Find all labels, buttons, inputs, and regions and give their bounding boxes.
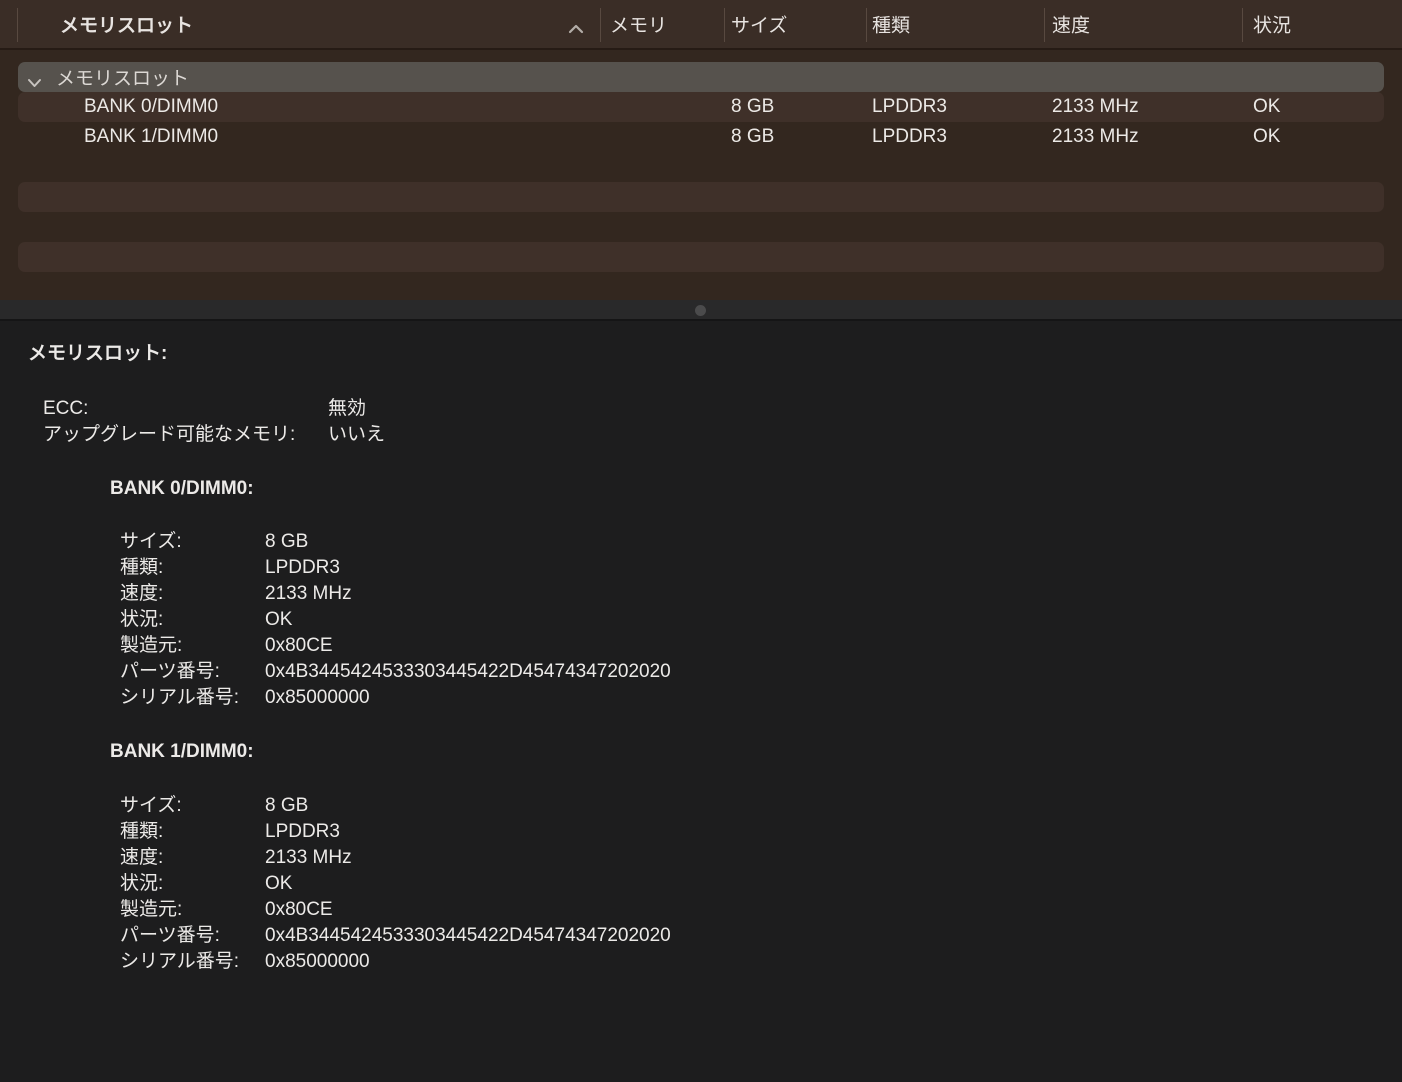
column-divider <box>724 8 725 42</box>
cell-status: OK <box>1253 126 1281 147</box>
detail-value: 0x80CE <box>265 899 333 920</box>
cell-type: LPDDR3 <box>872 96 947 117</box>
table-row[interactable]: BANK 0/DIMM0 8 GB LPDDR3 2133 MHz OK <box>18 92 1384 122</box>
bank1-fields: サイズ: 8 GB 種類: LPDDR3 速度: 2133 MHz 状況: OK <box>0 793 1402 975</box>
column-header-memory[interactable]: メモリ <box>610 11 667 38</box>
group-row-memory-slots[interactable]: メモリスロット <box>18 62 1384 92</box>
detail-field-row: 種類: LPDDR3 <box>0 819 1402 845</box>
detail-label: ECC: <box>43 398 89 419</box>
detail-value: 0x85000000 <box>265 951 370 972</box>
detail-field-row: 速度: 2133 MHz <box>0 845 1402 871</box>
detail-label: 種類: <box>120 821 164 842</box>
detail-value: 0x4B3445424533303445422D45474347202020 <box>265 661 671 682</box>
detail-field-row: パーツ番号: 0x4B3445424533303445422D454743472… <box>0 923 1402 949</box>
detail-label: 速度: <box>120 583 164 604</box>
cell-slot-name: BANK 0/DIMM0 <box>84 96 219 117</box>
detail-value: 0x85000000 <box>265 687 370 708</box>
detail-field-row: シリアル番号: 0x85000000 <box>0 949 1402 975</box>
pane-splitter[interactable] <box>0 300 1402 321</box>
column-divider <box>17 8 18 42</box>
detail-summary-row: アップグレード可能なメモリ: いいえ <box>0 422 1402 448</box>
cell-speed: 2133 MHz <box>1052 126 1139 147</box>
detail-label: シリアル番号: <box>120 951 240 972</box>
column-header-size[interactable]: サイズ <box>731 11 787 38</box>
cell-size: 8 GB <box>731 126 775 147</box>
detail-field-row: 製造元: 0x80CE <box>0 897 1402 923</box>
chevron-down-icon[interactable] <box>27 72 42 94</box>
empty-row[interactable] <box>18 272 1384 300</box>
detail-value: 0x80CE <box>265 635 333 656</box>
detail-field-row: パーツ番号: 0x4B3445424533303445422D454743472… <box>0 659 1402 685</box>
detail-label: アップグレード可能なメモリ: <box>43 424 296 445</box>
detail-field-row: 状況: OK <box>0 871 1402 897</box>
cell-speed: 2133 MHz <box>1052 96 1139 117</box>
detail-value: LPDDR3 <box>265 821 340 842</box>
detail-label: 状況: <box>120 873 164 894</box>
chevron-up-icon[interactable] <box>568 19 584 41</box>
column-divider <box>600 8 601 42</box>
detail-field-row: 製造元: 0x80CE <box>0 633 1402 659</box>
cell-slot-name: BANK 1/DIMM0 <box>84 126 219 147</box>
column-header-memory-slot[interactable]: メモリスロット <box>60 11 193 38</box>
detail-field-row: サイズ: 8 GB <box>0 529 1402 555</box>
drag-handle-dot[interactable] <box>695 305 706 316</box>
detail-value: いいえ <box>328 424 386 445</box>
empty-row[interactable] <box>18 182 1384 212</box>
detail-title: メモリスロット: <box>28 343 168 364</box>
detail-value: 8 GB <box>265 531 309 552</box>
detail-summary: ECC: 無効 アップグレード可能なメモリ: いいえ <box>0 396 1402 448</box>
system-information-window: メモリスロット メモリ サイズ 種類 速度 状況 メモリスロット BANK 0/… <box>0 0 1402 1082</box>
detail-pane: メモリスロット: ECC: 無効 アップグレード可能なメモリ: いいえ BANK… <box>0 323 1402 1082</box>
column-header-speed[interactable]: 速度 <box>1052 11 1090 38</box>
column-divider <box>1044 8 1045 42</box>
empty-row[interactable] <box>18 152 1384 182</box>
bank1-heading: BANK 1/DIMM0: <box>110 741 254 762</box>
detail-label: 状況: <box>120 609 164 630</box>
detail-value: 0x4B3445424533303445422D45474347202020 <box>265 925 671 946</box>
detail-label: シリアル番号: <box>120 687 240 708</box>
detail-label: 製造元: <box>120 635 183 656</box>
table-rows: メモリスロット BANK 0/DIMM0 8 GB LPDDR3 2133 MH… <box>0 62 1402 300</box>
detail-field-row: シリアル番号: 0x85000000 <box>0 685 1402 711</box>
detail-label: パーツ番号: <box>120 661 220 682</box>
column-divider <box>1242 8 1243 42</box>
cell-size: 8 GB <box>731 96 775 117</box>
detail-value: OK <box>265 873 293 894</box>
cell-status: OK <box>1253 96 1281 117</box>
table-header-row: メモリスロット メモリ サイズ 種類 速度 状況 <box>0 0 1402 50</box>
detail-label: パーツ番号: <box>120 925 220 946</box>
detail-label: 種類: <box>120 557 164 578</box>
detail-label: 速度: <box>120 847 164 868</box>
bank0-fields: サイズ: 8 GB 種類: LPDDR3 速度: 2133 MHz 状況: OK <box>0 529 1402 711</box>
memory-slots-table: メモリスロット メモリ サイズ 種類 速度 状況 メモリスロット BANK 0/… <box>0 0 1402 300</box>
empty-row[interactable] <box>18 242 1384 272</box>
bank0-heading: BANK 0/DIMM0: <box>110 478 254 499</box>
detail-label: サイズ: <box>120 531 182 552</box>
cell-type: LPDDR3 <box>872 126 947 147</box>
column-divider <box>866 8 867 42</box>
detail-label: サイズ: <box>120 795 182 816</box>
detail-value: 2133 MHz <box>265 847 352 868</box>
detail-field-row: 速度: 2133 MHz <box>0 581 1402 607</box>
detail-summary-row: ECC: 無効 <box>0 396 1402 422</box>
detail-field-row: 種類: LPDDR3 <box>0 555 1402 581</box>
table-row[interactable]: BANK 1/DIMM0 8 GB LPDDR3 2133 MHz OK <box>18 122 1384 152</box>
detail-value: LPDDR3 <box>265 557 340 578</box>
empty-row[interactable] <box>18 212 1384 242</box>
detail-field-row: 状況: OK <box>0 607 1402 633</box>
detail-value: 無効 <box>328 398 367 419</box>
detail-field-row: サイズ: 8 GB <box>0 793 1402 819</box>
column-header-status[interactable]: 状況 <box>1253 11 1291 38</box>
detail-label: 製造元: <box>120 899 183 920</box>
column-header-type[interactable]: 種類 <box>872 11 910 38</box>
detail-value: 2133 MHz <box>265 583 352 604</box>
detail-value: OK <box>265 609 293 630</box>
detail-value: 8 GB <box>265 795 309 816</box>
group-row-label: メモリスロット <box>56 68 190 90</box>
